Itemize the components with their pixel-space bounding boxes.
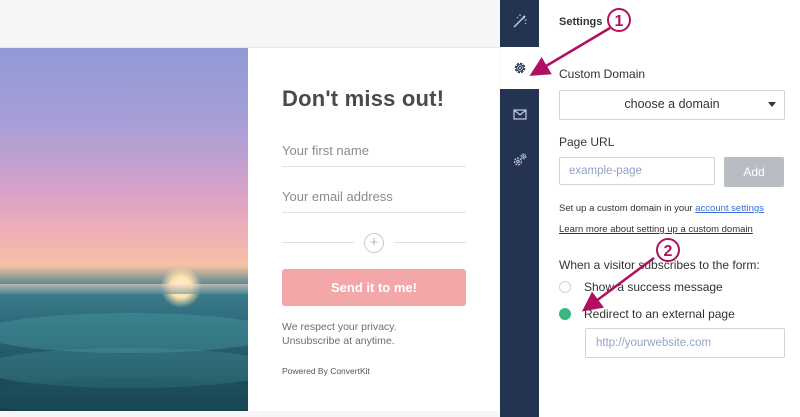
redirect-url-input[interactable]	[585, 328, 785, 358]
horizon	[0, 284, 248, 294]
annotation-badge-1: 1	[607, 8, 631, 32]
caret-down-icon	[768, 102, 776, 107]
option-label: Show a success message	[584, 280, 723, 294]
divider-line	[394, 242, 466, 243]
wave	[0, 378, 248, 411]
gear-icon	[514, 62, 525, 74]
add-field-divider: +	[282, 233, 466, 253]
privacy-line: Unsubscribe at anytime.	[282, 335, 395, 347]
submit-button[interactable]: Send it to me!	[282, 269, 466, 306]
account-settings-link[interactable]: account settings	[695, 203, 764, 214]
annotation-badge-2: 2	[656, 238, 680, 262]
subscribe-action-label: When a visitor subscribes to the form:	[559, 258, 760, 272]
privacy-text: We respect your privacy. Unsubscribe at …	[282, 320, 472, 348]
settings-panel: Settings Custom Domain choose a domain P…	[539, 0, 800, 417]
domain-select[interactable]: choose a domain	[559, 90, 785, 120]
gears-icon	[513, 153, 526, 166]
hero-image	[0, 48, 248, 411]
form-content: Don't miss out! + Send it to me! We resp…	[249, 48, 499, 411]
option-label: Redirect to an external page	[584, 307, 735, 321]
first-name-field[interactable]	[282, 134, 466, 167]
privacy-line: We respect your privacy.	[282, 321, 397, 333]
rail-settings[interactable]	[500, 47, 539, 89]
add-field-icon[interactable]: +	[364, 233, 384, 253]
learn-more-link[interactable]: Learn more about setting up a custom dom…	[559, 224, 753, 235]
powered-by[interactable]: Powered By ConvertKit	[282, 366, 370, 376]
rail-advanced[interactable]	[500, 139, 539, 181]
form-preview-card: Don't miss out! + Send it to me! We resp…	[0, 47, 499, 411]
email-field[interactable]	[282, 180, 466, 213]
form-canvas: Don't miss out! + Send it to me! We resp…	[0, 0, 500, 417]
rail-email[interactable]	[500, 93, 539, 135]
settings-rail	[500, 0, 539, 417]
form-headline: Don't miss out!	[282, 86, 445, 111]
panel-title: Settings	[559, 16, 603, 28]
mail-icon	[512, 109, 527, 120]
magic-wand-icon	[513, 14, 526, 28]
custom-domain-help: Set up a custom domain in your account s…	[559, 203, 764, 214]
wave	[0, 313, 248, 353]
divider-line	[282, 242, 354, 243]
option-success-message[interactable]: Show a success message	[559, 280, 723, 294]
page-url-input[interactable]	[559, 157, 715, 185]
rail-magic-wand[interactable]	[500, 0, 539, 42]
domain-select-value: choose a domain	[624, 97, 720, 111]
help-text: Set up a custom domain in your	[559, 203, 693, 214]
radio-button[interactable]	[559, 281, 571, 293]
custom-domain-label: Custom Domain	[559, 67, 646, 81]
radio-button-selected[interactable]	[559, 308, 571, 320]
option-redirect[interactable]: Redirect to an external page	[559, 307, 735, 321]
page-url-label: Page URL	[559, 135, 615, 149]
add-button[interactable]: Add	[724, 157, 784, 187]
